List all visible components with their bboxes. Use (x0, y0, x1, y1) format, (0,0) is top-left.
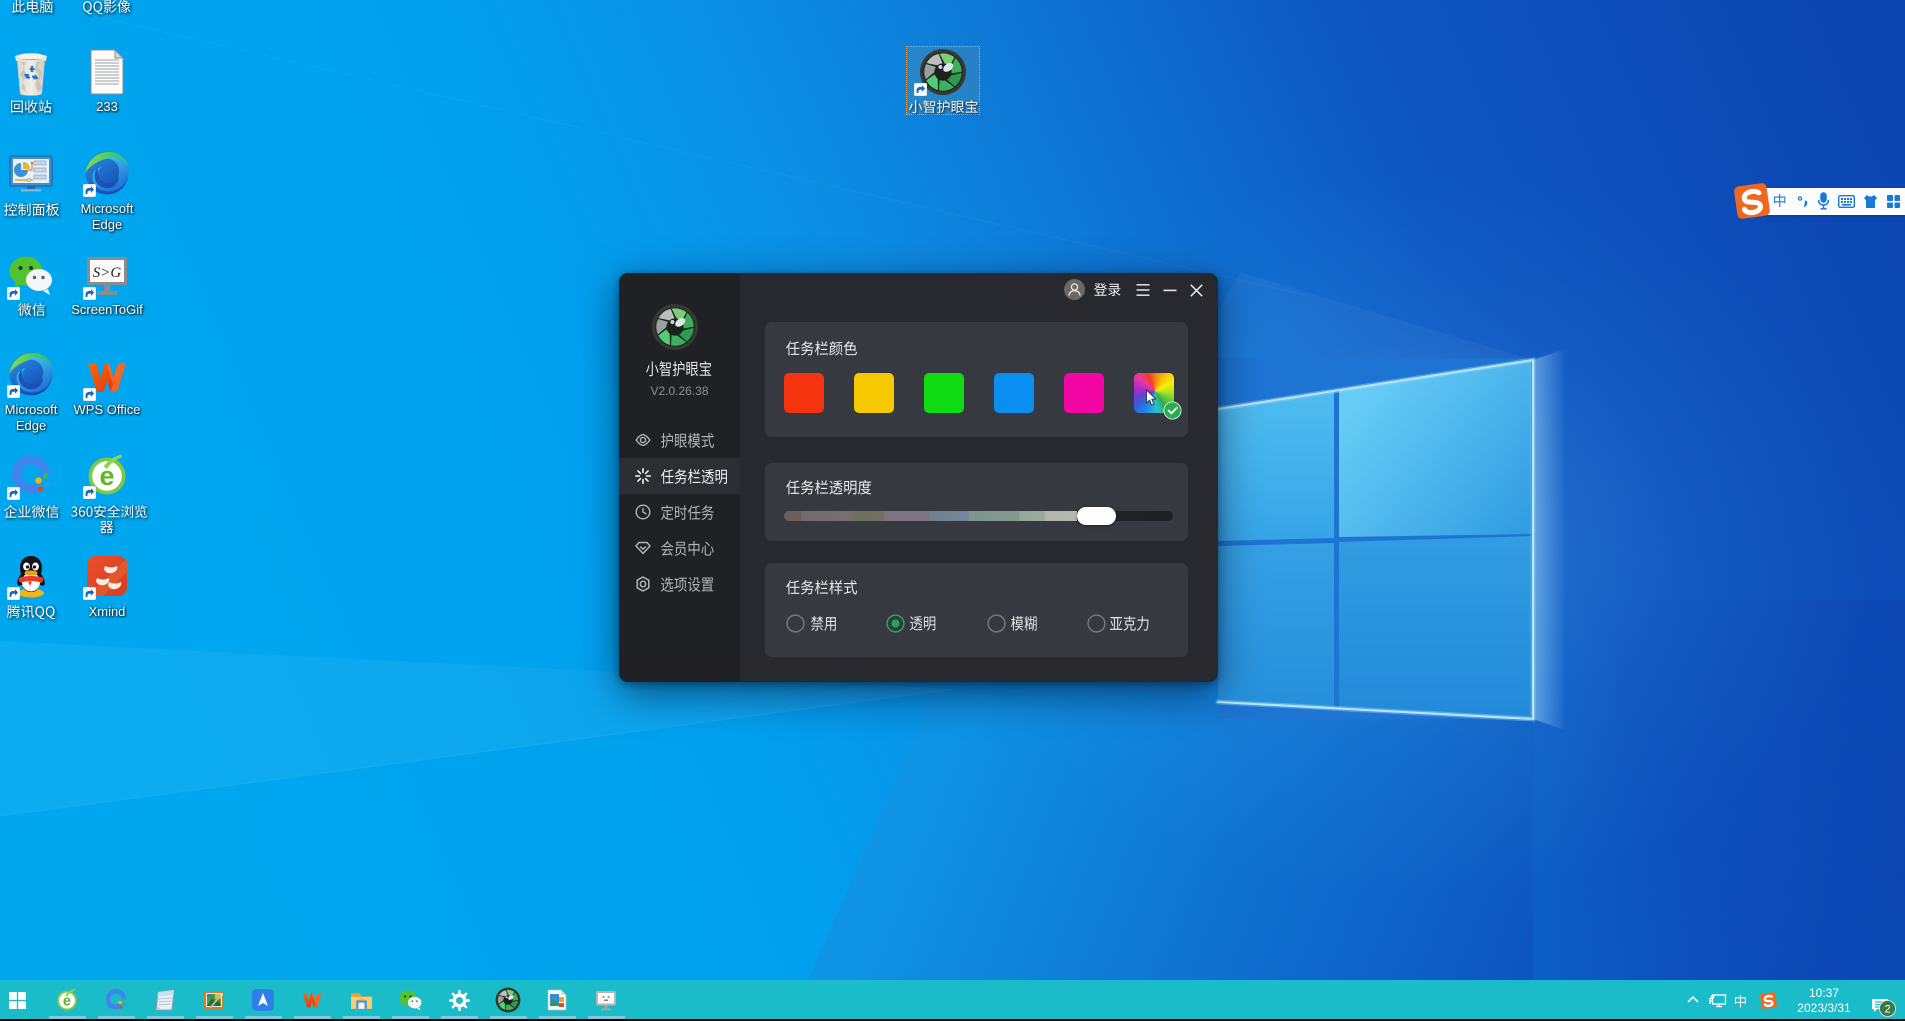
svg-text:2: 2 (1884, 1003, 1890, 1015)
svg-text:S>G: S>G (93, 265, 122, 281)
